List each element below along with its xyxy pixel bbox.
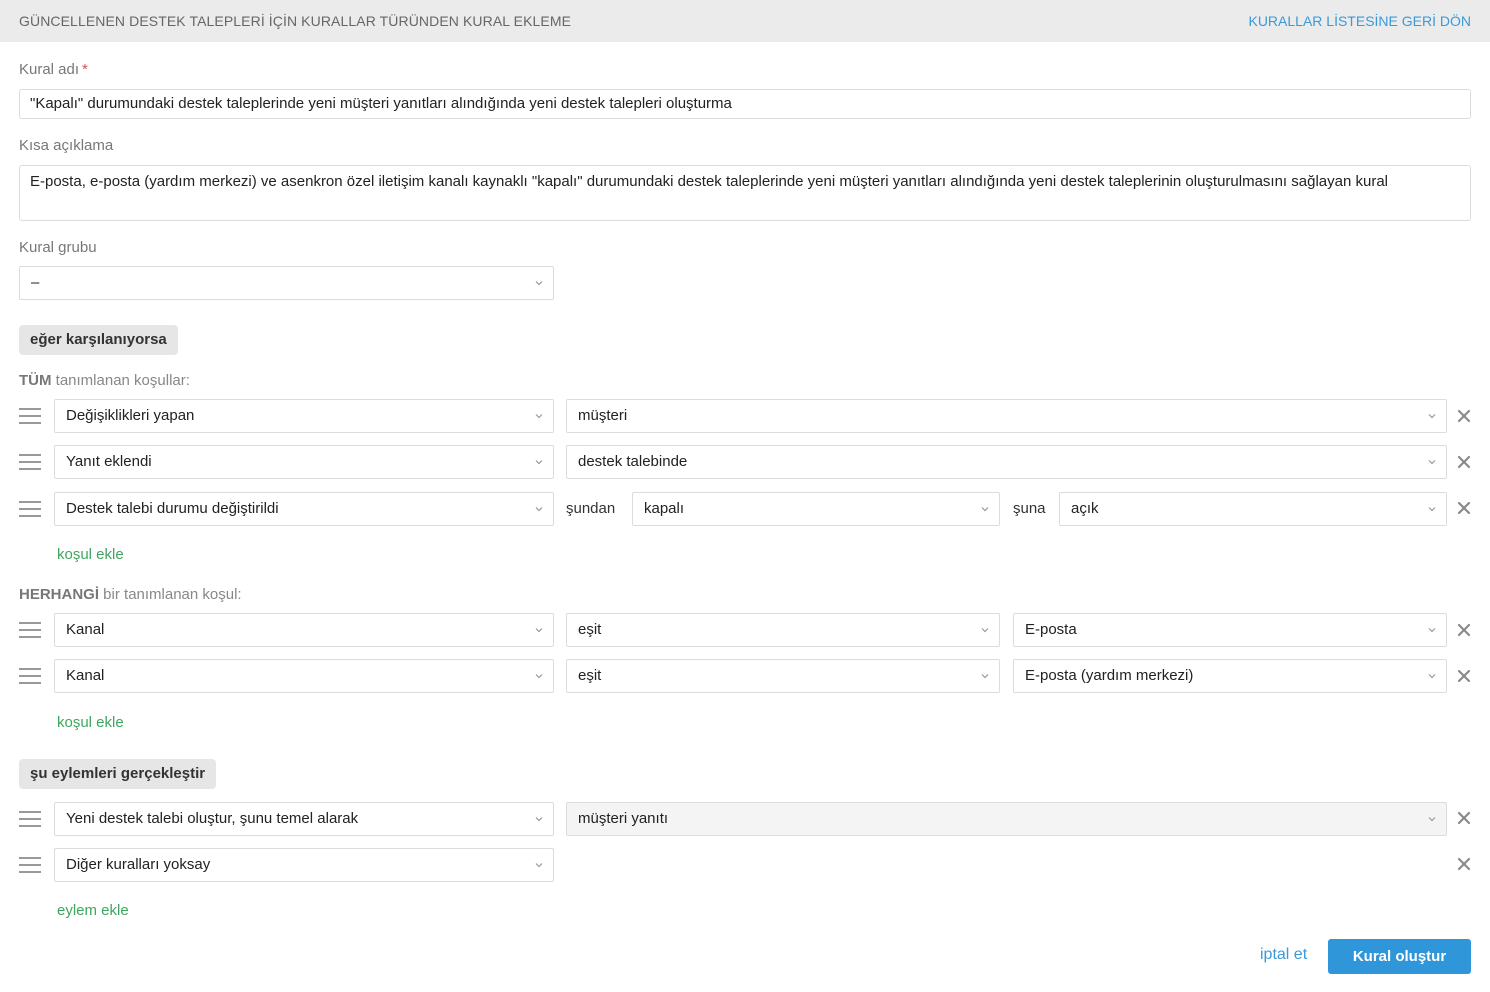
create-rule-button[interactable]: Kural oluştur xyxy=(1328,939,1471,974)
chevron-down-icon xyxy=(535,861,543,869)
page-header: GÜNCELLENEN DESTEK TALEPLERİ İÇİN KURALL… xyxy=(0,0,1490,42)
condition-value: müşteri xyxy=(578,407,628,424)
close-icon[interactable] xyxy=(1457,501,1471,515)
action-param-select[interactable]: müşteri yanıtı xyxy=(566,802,1447,836)
condition-field-select[interactable]: Kanal xyxy=(54,613,554,647)
chevron-down-icon xyxy=(535,672,543,680)
close-icon[interactable] xyxy=(1457,811,1471,825)
condition-field-value: Değişiklikleri yapan xyxy=(66,407,195,424)
chevron-down-icon xyxy=(1428,672,1436,680)
cancel-link[interactable]: iptal et xyxy=(1260,946,1307,964)
short-description-textarea[interactable]: E-posta, e-posta (yardım merkezi) ve ase… xyxy=(19,165,1471,221)
close-icon[interactable] xyxy=(1457,409,1471,423)
condition-value-select[interactable]: E-posta xyxy=(1013,613,1447,647)
condition-field-select[interactable]: Kanal xyxy=(54,659,554,693)
back-to-rules-link[interactable]: KURALLAR LİSTESİNE GERİ DÖN xyxy=(1248,13,1471,29)
rule-name-label: Kural adı * xyxy=(19,61,88,78)
action-select[interactable]: Yeni destek talebi oluştur, şunu temel a… xyxy=(54,802,554,836)
required-mark: * xyxy=(82,61,88,78)
chevron-down-icon xyxy=(535,626,543,634)
chevron-down-icon xyxy=(1428,458,1436,466)
condition-field-value: Destek talebi durumu değiştirildi xyxy=(66,500,279,517)
condition-operator-select[interactable]: eşit xyxy=(566,659,1000,693)
chevron-down-icon xyxy=(981,505,989,513)
chevron-down-icon xyxy=(981,626,989,634)
condition-field-select[interactable]: Yanıt eklendi xyxy=(54,445,554,479)
chevron-down-icon xyxy=(535,412,543,420)
chevron-down-icon xyxy=(1428,505,1436,513)
condition-field-value: Kanal xyxy=(66,621,105,638)
drag-handle-icon[interactable] xyxy=(19,500,41,518)
chevron-down-icon xyxy=(535,815,543,823)
rule-group-select[interactable]: – xyxy=(19,266,554,300)
chevron-down-icon xyxy=(1428,815,1436,823)
condition-field-select[interactable]: Destek talebi durumu değiştirildi xyxy=(54,492,554,526)
page-title: GÜNCELLENEN DESTEK TALEPLERİ İÇİN KURALL… xyxy=(19,13,572,29)
condition-value-select[interactable]: müşteri xyxy=(566,399,1447,433)
condition-value: E-posta (yardım merkezi) xyxy=(1025,667,1194,684)
to-status-value: açık xyxy=(1071,500,1099,517)
action-select[interactable]: Diğer kuralları yoksay xyxy=(54,848,554,882)
drag-handle-icon[interactable] xyxy=(19,621,41,639)
from-status-select[interactable]: kapalı xyxy=(632,492,1000,526)
close-icon[interactable] xyxy=(1457,623,1471,637)
conditions-section-header: eğer karşılanıyorsa xyxy=(19,325,178,355)
any-conditions-heading: HERHANGİ bir tanımlanan koşul: xyxy=(19,586,242,603)
add-any-condition-link[interactable]: koşul ekle xyxy=(57,714,124,731)
drag-handle-icon[interactable] xyxy=(19,667,41,685)
to-label: şuna xyxy=(1013,500,1046,517)
close-icon[interactable] xyxy=(1457,669,1471,683)
drag-handle-icon[interactable] xyxy=(19,407,41,425)
rule-name-input[interactable]: "Kapalı" durumundaki destek taleplerinde… xyxy=(19,89,1471,119)
add-all-condition-link[interactable]: koşul ekle xyxy=(57,546,124,563)
chevron-down-icon xyxy=(1428,412,1436,420)
condition-operator-select[interactable]: eşit xyxy=(566,613,1000,647)
condition-value-select[interactable]: E-posta (yardım merkezi) xyxy=(1013,659,1447,693)
to-status-select[interactable]: açık xyxy=(1059,492,1447,526)
close-icon[interactable] xyxy=(1457,857,1471,871)
action-param-value: müşteri yanıtı xyxy=(578,810,669,827)
rule-group-value: – xyxy=(31,274,40,291)
condition-value: E-posta xyxy=(1025,621,1077,638)
condition-field-select[interactable]: Değişiklikleri yapan xyxy=(54,399,554,433)
condition-field-value: Kanal xyxy=(66,667,105,684)
rule-group-label: Kural grubu xyxy=(19,239,97,256)
chevron-down-icon xyxy=(1428,626,1436,634)
close-icon[interactable] xyxy=(1457,455,1471,469)
add-action-link[interactable]: eylem ekle xyxy=(57,902,129,919)
condition-value-select[interactable]: destek talebinde xyxy=(566,445,1447,479)
from-status-value: kapalı xyxy=(644,500,685,517)
condition-field-value: Yanıt eklendi xyxy=(66,453,152,470)
condition-value: destek talebinde xyxy=(578,453,688,470)
drag-handle-icon[interactable] xyxy=(19,810,41,828)
short-description-label: Kısa açıklama xyxy=(19,137,114,154)
condition-operator-value: eşit xyxy=(578,621,602,638)
drag-handle-icon[interactable] xyxy=(19,453,41,471)
chevron-down-icon xyxy=(535,505,543,513)
action-value: Diğer kuralları yoksay xyxy=(66,856,211,873)
chevron-down-icon xyxy=(535,458,543,466)
drag-handle-icon[interactable] xyxy=(19,856,41,874)
actions-section-header: şu eylemleri gerçekleştir xyxy=(19,759,217,789)
chevron-down-icon xyxy=(981,672,989,680)
all-conditions-heading: TÜM tanımlanan koşullar: xyxy=(19,372,190,389)
chevron-down-icon xyxy=(535,279,543,287)
action-value: Yeni destek talebi oluştur, şunu temel a… xyxy=(66,810,359,827)
condition-operator-value: eşit xyxy=(578,667,602,684)
from-label: şundan xyxy=(566,500,616,517)
